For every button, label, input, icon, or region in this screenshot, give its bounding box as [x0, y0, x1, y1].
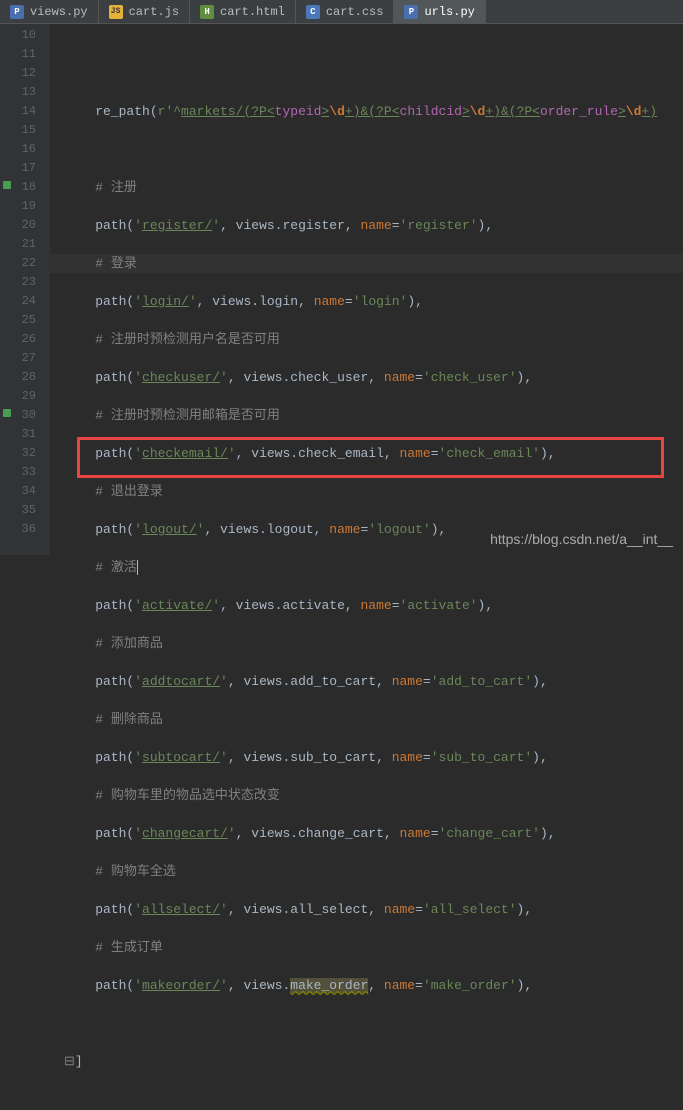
line-number: 29 — [0, 387, 36, 406]
editor[interactable]: 1011121314151617181920212223242526272829… — [0, 24, 683, 555]
line-gutter: 1011121314151617181920212223242526272829… — [0, 24, 50, 555]
line-number: 31 — [0, 425, 36, 444]
code-line[interactable] — [64, 1090, 683, 1109]
line-number: 19 — [0, 197, 36, 216]
line-number: 22 — [0, 254, 36, 273]
python-icon: P — [10, 5, 24, 19]
line-number: 23 — [0, 273, 36, 292]
line-number: 10 — [0, 26, 36, 45]
line-number: 11 — [0, 45, 36, 64]
tab-cart-html[interactable]: H cart.html — [190, 0, 296, 23]
python-icon: P — [404, 5, 418, 19]
tab-views-py[interactable]: P views.py — [0, 0, 99, 23]
tab-cart-css[interactable]: C cart.css — [296, 0, 395, 23]
javascript-icon: JS — [109, 5, 123, 19]
line-number: 20 — [0, 216, 36, 235]
code-line[interactable]: # 注册时预检测用户名是否可用 — [64, 330, 683, 349]
line-number: 14 — [0, 102, 36, 121]
code-line[interactable] — [64, 140, 683, 159]
line-number: 16 — [0, 140, 36, 159]
tab-bar: P views.py JS cart.js H cart.html C cart… — [0, 0, 683, 24]
code-line[interactable]: # 激活 — [64, 558, 683, 577]
line-number: 17 — [0, 159, 36, 178]
code-line[interactable] — [64, 1014, 683, 1033]
gutter-marker — [3, 181, 11, 189]
line-number: 26 — [0, 330, 36, 349]
text-cursor — [137, 560, 138, 575]
tab-label: cart.js — [129, 5, 179, 19]
code-line[interactable]: # 注册 — [64, 178, 683, 197]
line-number: 21 — [0, 235, 36, 254]
line-number: 33 — [0, 463, 36, 482]
code-line[interactable]: path('changecart/', views.change_cart, n… — [64, 824, 683, 843]
line-number: 32 — [0, 444, 36, 463]
code-area[interactable]: re_path(r'^markets/(?P<typeid>\d+)&(?P<c… — [50, 24, 683, 555]
code-line[interactable]: ⊟] — [64, 1052, 683, 1071]
tab-urls-py[interactable]: P urls.py — [394, 0, 485, 23]
line-number: 34 — [0, 482, 36, 501]
line-number: 12 — [0, 64, 36, 83]
code-line[interactable]: re_path(r'^markets/(?P<typeid>\d+)&(?P<c… — [64, 102, 683, 121]
code-line[interactable]: # 登录 — [64, 254, 683, 273]
code-line[interactable]: path('addtocart/', views.add_to_cart, na… — [64, 672, 683, 691]
code-line[interactable]: path('makeorder/', views.make_order, nam… — [64, 976, 683, 995]
code-line[interactable]: path('checkemail/', views.check_email, n… — [64, 444, 683, 463]
code-line[interactable]: path('checkuser/', views.check_user, nam… — [64, 368, 683, 387]
line-number: 25 — [0, 311, 36, 330]
code-line[interactable]: # 购物车里的物品选中状态改变 — [64, 786, 683, 805]
watermark: https://blog.csdn.net/a__int__ — [490, 531, 673, 547]
line-number: 35 — [0, 501, 36, 520]
line-number: 27 — [0, 349, 36, 368]
html-icon: H — [200, 5, 214, 19]
code-line[interactable]: # 删除商品 — [64, 710, 683, 729]
tab-label: views.py — [30, 5, 88, 19]
line-number: 24 — [0, 292, 36, 311]
code-line[interactable]: # 生成订单 — [64, 938, 683, 957]
code-line[interactable]: # 注册时预检测用邮箱是否可用 — [64, 406, 683, 425]
tab-label: cart.css — [326, 5, 384, 19]
tab-label: urls.py — [424, 5, 474, 19]
line-number: 28 — [0, 368, 36, 387]
tab-label: cart.html — [220, 5, 285, 19]
gutter-marker — [3, 409, 11, 417]
code-line[interactable]: path('subtocart/', views.sub_to_cart, na… — [64, 748, 683, 767]
code-line[interactable]: path('login/', views.login, name='login'… — [64, 292, 683, 311]
line-number: 15 — [0, 121, 36, 140]
code-line[interactable]: path('register/', views.register, name='… — [64, 216, 683, 235]
code-line[interactable]: # 退出登录 — [64, 482, 683, 501]
line-number: 13 — [0, 83, 36, 102]
code-line[interactable]: path('allselect/', views.all_select, nam… — [64, 900, 683, 919]
code-line[interactable]: # 购物车全选 — [64, 862, 683, 881]
code-line[interactable]: path('activate/', views.activate, name='… — [64, 596, 683, 615]
line-number: 36 — [0, 520, 36, 539]
tab-cart-js[interactable]: JS cart.js — [99, 0, 190, 23]
code-line[interactable]: # 添加商品 — [64, 634, 683, 653]
css-icon: C — [306, 5, 320, 19]
